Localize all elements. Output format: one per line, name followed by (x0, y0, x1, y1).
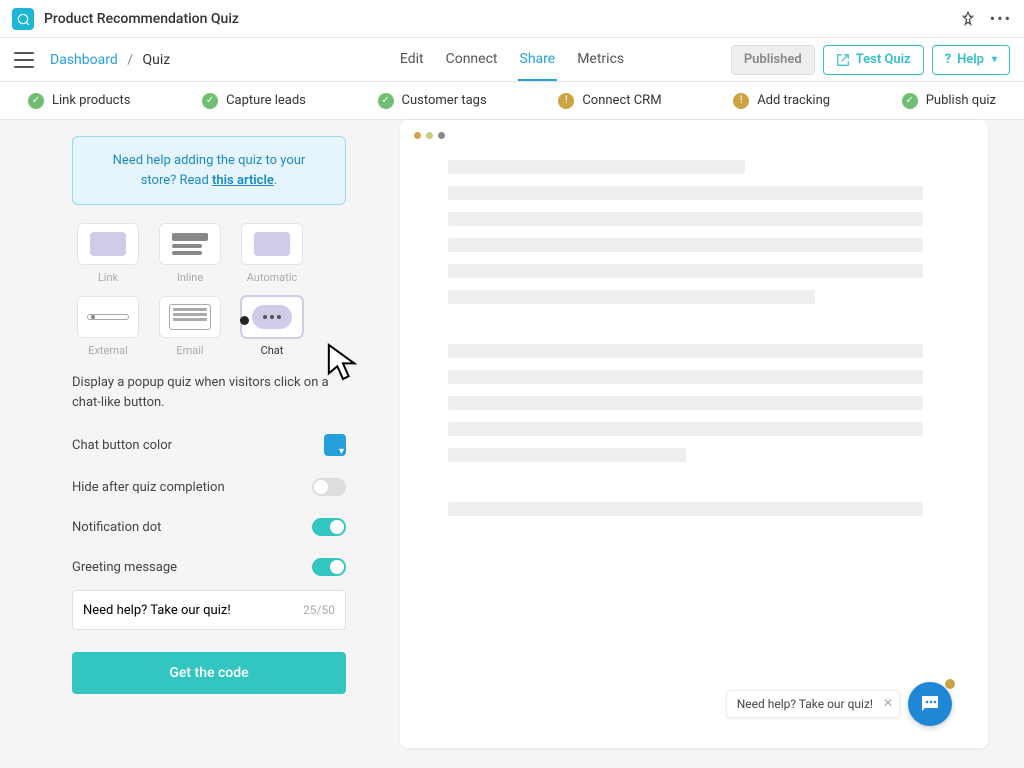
greeting-input-wrap: 25/50 (72, 590, 346, 630)
hamburger-icon[interactable] (14, 52, 34, 68)
control-label: Notification dot (72, 520, 161, 535)
check-icon: ✓ (28, 93, 44, 109)
share-option-email[interactable]: Email (154, 296, 226, 357)
color-picker[interactable] (324, 434, 346, 456)
steps-bar: ✓Link products ✓Capture leads ✓Customer … (0, 82, 1024, 120)
greeting-input[interactable] (83, 603, 303, 618)
app-title: Product Recommendation Quiz (44, 11, 239, 27)
share-option-inline[interactable]: Inline (154, 223, 226, 284)
help-button[interactable]: ?Help▾ (932, 45, 1010, 75)
breadcrumb-current: Quiz (142, 52, 170, 68)
help-article-link[interactable]: this article (212, 173, 274, 188)
window-traffic-lights-icon (414, 132, 445, 139)
nav-tabs: Edit Connect Share Metrics (398, 39, 626, 81)
step-capture-leads[interactable]: ✓Capture leads (202, 93, 306, 109)
get-code-button[interactable]: Get the code (72, 652, 346, 694)
check-icon: ✓ (202, 93, 218, 109)
share-option-link[interactable]: Link (72, 223, 144, 284)
app-bar: Product Recommendation Quiz ••• (0, 0, 1024, 38)
published-button[interactable]: Published (731, 45, 815, 75)
close-icon[interactable]: ✕ (883, 696, 893, 710)
control-notification-dot: Notification dot (72, 518, 346, 536)
check-icon: ✓ (378, 93, 394, 109)
preview-window: Need help? Take our quiz! ✕ (400, 120, 988, 748)
alert-icon: ! (558, 93, 574, 109)
tab-edit[interactable]: Edit (398, 39, 426, 81)
pin-icon[interactable] (960, 11, 976, 27)
greeting-char-counter: 25/50 (303, 603, 335, 617)
share-option-external[interactable]: External (72, 296, 144, 357)
step-connect-crm[interactable]: !Connect CRM (558, 93, 661, 109)
chevron-down-icon: ▾ (992, 54, 997, 65)
alert-icon: ! (733, 93, 749, 109)
share-option-grid: Link Inline Automatic External Email Cha… (72, 223, 346, 357)
more-icon[interactable]: ••• (990, 9, 1012, 28)
tab-connect[interactable]: Connect (444, 39, 500, 81)
app-logo-icon (12, 8, 34, 30)
step-add-tracking[interactable]: !Add tracking (733, 93, 830, 109)
control-chat-color: Chat button color (72, 434, 346, 456)
chat-icon (918, 692, 942, 716)
tab-metrics[interactable]: Metrics (575, 39, 626, 81)
toggle-greeting[interactable] (312, 558, 346, 576)
preview-greeting-bubble: Need help? Take our quiz! ✕ (726, 690, 900, 718)
step-publish-quiz[interactable]: ✓Publish quiz (902, 93, 996, 109)
breadcrumb-sep: / (127, 52, 133, 68)
nav-bar: Dashboard / Quiz Edit Connect Share Metr… (0, 38, 1024, 82)
breadcrumb: Dashboard / Quiz (50, 52, 170, 68)
share-option-description: Display a popup quiz when visitors click… (72, 373, 346, 412)
control-greeting: Greeting message (72, 558, 346, 576)
preview-chat-fab[interactable] (908, 682, 952, 726)
share-option-automatic[interactable]: Automatic (236, 223, 308, 284)
toggle-notification-dot[interactable] (312, 518, 346, 536)
step-link-products[interactable]: ✓Link products (28, 93, 130, 109)
share-option-chat[interactable]: Chat (236, 296, 308, 357)
preview-area: Need help? Take our quiz! ✕ (380, 120, 1024, 768)
test-quiz-button[interactable]: Test Quiz (823, 45, 924, 75)
control-label: Greeting message (72, 560, 177, 575)
breadcrumb-root[interactable]: Dashboard (50, 52, 118, 68)
step-customer-tags[interactable]: ✓Customer tags (378, 93, 487, 109)
tab-share[interactable]: Share (518, 39, 558, 81)
control-label: Chat button color (72, 438, 172, 453)
toggle-hide-after[interactable] (312, 478, 346, 496)
check-icon: ✓ (902, 93, 918, 109)
share-settings-panel: Need help adding the quiz to your store?… (0, 120, 380, 768)
help-callout: Need help adding the quiz to your store?… (72, 136, 346, 205)
control-label: Hide after quiz completion (72, 480, 225, 495)
control-hide-after: Hide after quiz completion (72, 478, 346, 496)
